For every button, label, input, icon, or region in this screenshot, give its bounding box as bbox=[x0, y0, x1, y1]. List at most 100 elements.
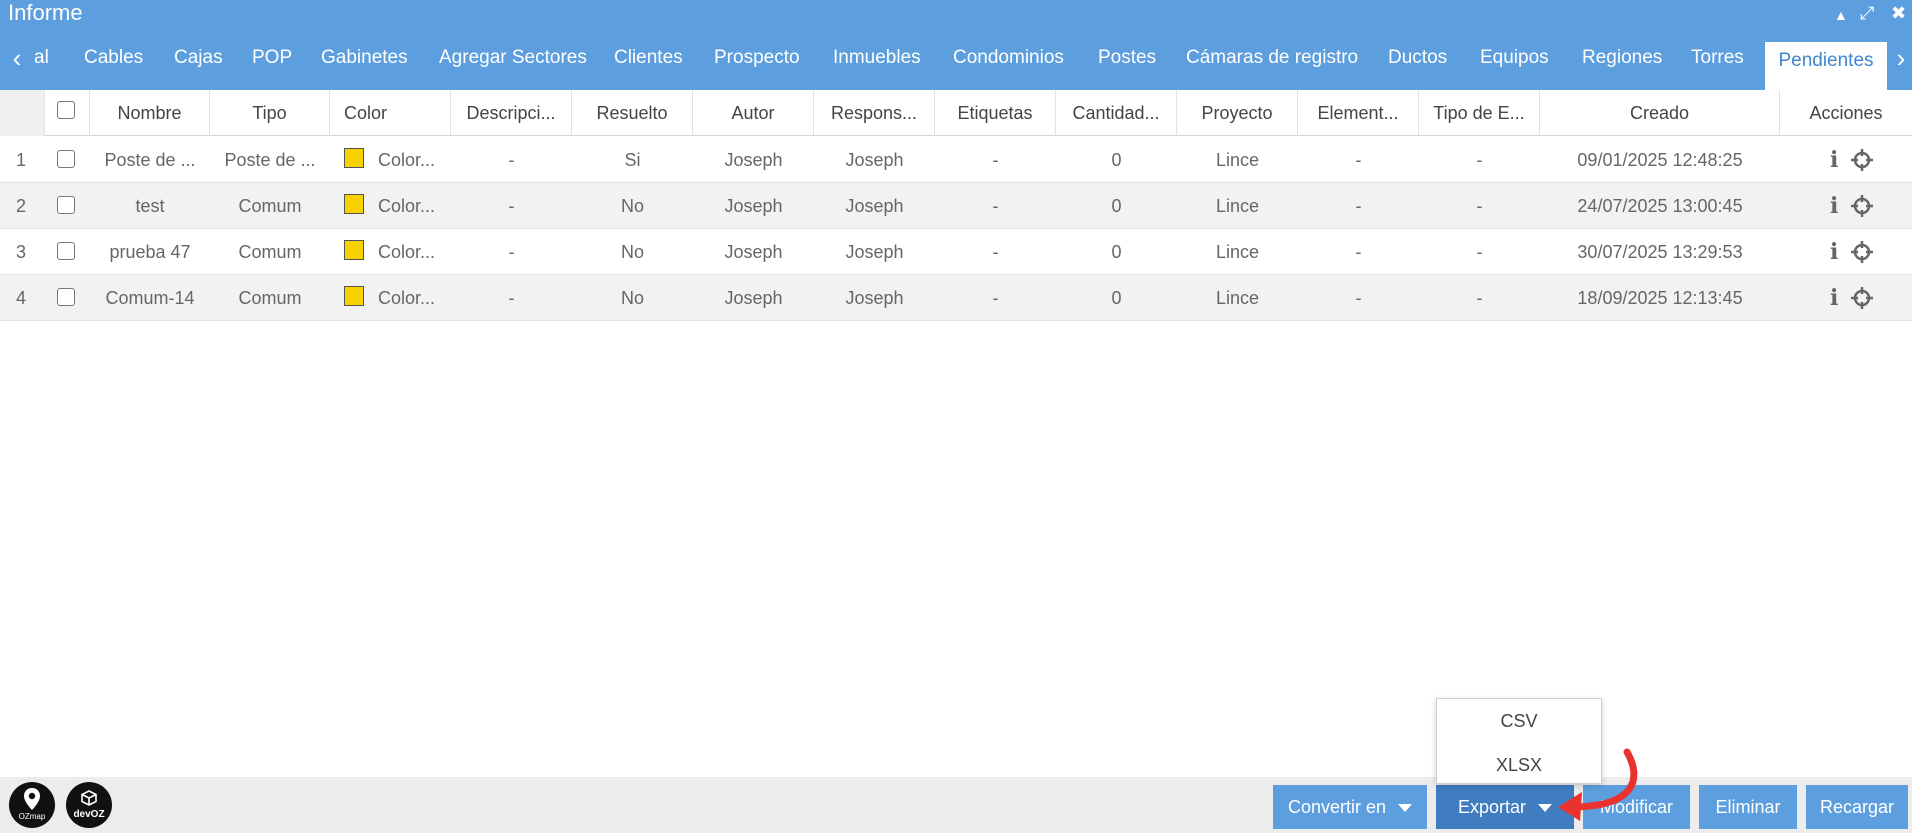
tab-condominios[interactable]: Condominios bbox=[953, 26, 1064, 90]
tab-cajas[interactable]: Cajas bbox=[174, 26, 223, 90]
close-icon[interactable]: ✖ bbox=[1891, 2, 1906, 24]
info-icon[interactable]: i bbox=[1830, 147, 1838, 173]
header-tipo-elemento[interactable]: Tipo de E... bbox=[1419, 90, 1540, 136]
tab-agregar-sectores[interactable]: Agregar Sectores bbox=[439, 26, 587, 90]
cell-responsable: Joseph bbox=[845, 150, 904, 170]
tab-gabinetes[interactable]: Gabinetes bbox=[321, 26, 408, 90]
cell-nombre: Comum-14 bbox=[105, 288, 195, 308]
cell-responsable: Joseph bbox=[845, 288, 904, 308]
row-number: 1 bbox=[16, 150, 27, 170]
table-row[interactable]: 2 test Comum Color... - No Joseph Joseph… bbox=[0, 183, 1912, 229]
export-csv-option[interactable]: CSV bbox=[1437, 701, 1601, 741]
cell-tipo-elemento: - bbox=[1476, 196, 1483, 216]
header-resuelto[interactable]: Resuelto bbox=[572, 90, 693, 136]
cell-tipo-elemento: - bbox=[1476, 288, 1483, 308]
tab-general[interactable]: al bbox=[34, 26, 49, 90]
tab-pop[interactable]: POP bbox=[252, 26, 292, 90]
devoz-logo-text: devOZ bbox=[73, 809, 105, 820]
convert-to-button[interactable]: Convertir en bbox=[1273, 785, 1427, 829]
tab-inmuebles[interactable]: Inmuebles bbox=[833, 26, 921, 90]
tab-camaras-de-registro[interactable]: Cámaras de registro bbox=[1186, 26, 1358, 90]
cell-nombre: test bbox=[135, 196, 165, 216]
row-number: 2 bbox=[16, 196, 27, 216]
cell-tipo: Comum bbox=[238, 288, 302, 308]
cell-proyecto: Lince bbox=[1215, 196, 1260, 216]
locate-icon[interactable] bbox=[1850, 194, 1874, 218]
cell-tipo: Comum bbox=[238, 196, 302, 216]
tab-prospecto[interactable]: Prospecto bbox=[714, 26, 800, 90]
annotation-arrow-icon bbox=[1558, 748, 1638, 821]
cell-creado: 18/09/2025 12:13:45 bbox=[1577, 288, 1743, 308]
cell-elemento: - bbox=[1355, 196, 1362, 216]
cube-icon bbox=[81, 790, 97, 806]
header-descripcion[interactable]: Descripci... bbox=[451, 90, 572, 136]
cell-descripcion: - bbox=[508, 150, 515, 170]
info-icon[interactable]: i bbox=[1830, 193, 1838, 219]
info-icon[interactable]: i bbox=[1830, 285, 1838, 311]
tab-cables[interactable]: Cables bbox=[84, 26, 143, 90]
cell-autor: Joseph bbox=[724, 288, 783, 308]
row-checkbox[interactable] bbox=[57, 150, 75, 168]
reload-button[interactable]: Recargar bbox=[1806, 785, 1908, 829]
devoz-logo: devOZ bbox=[66, 782, 112, 828]
cell-cantidad: 0 bbox=[1111, 242, 1122, 262]
color-swatch bbox=[344, 286, 364, 306]
cell-resuelto: No bbox=[620, 242, 644, 262]
tab-equipos[interactable]: Equipos bbox=[1480, 26, 1549, 90]
header-acciones: Acciones bbox=[1809, 103, 1883, 123]
delete-button[interactable]: Eliminar bbox=[1699, 785, 1797, 829]
tab-pendientes[interactable]: Pendientes bbox=[1765, 42, 1887, 90]
header-nombre[interactable]: Nombre bbox=[90, 90, 210, 136]
cell-autor: Joseph bbox=[724, 150, 783, 170]
table-row[interactable]: 4 Comum-14 Comum Color... - No Joseph Jo… bbox=[0, 275, 1912, 321]
cell-cantidad: 0 bbox=[1111, 288, 1122, 308]
tab-clientes[interactable]: Clientes bbox=[614, 26, 683, 90]
tab-postes[interactable]: Postes bbox=[1098, 26, 1156, 90]
tab-ductos[interactable]: Ductos bbox=[1388, 26, 1447, 90]
row-checkbox[interactable] bbox=[57, 196, 75, 214]
row-checkbox[interactable] bbox=[57, 242, 75, 260]
cell-etiquetas: - bbox=[992, 288, 999, 308]
header-responsable[interactable]: Respons... bbox=[814, 90, 935, 136]
cell-elemento: - bbox=[1355, 150, 1362, 170]
cell-responsable: Joseph bbox=[845, 196, 904, 216]
header-etiquetas[interactable]: Etiquetas bbox=[935, 90, 1056, 136]
cell-color: Color... bbox=[378, 288, 436, 308]
tabs-next-icon[interactable]: › bbox=[1888, 26, 1912, 90]
collapse-icon[interactable]: ▲ bbox=[1834, 4, 1848, 26]
header-autor[interactable]: Autor bbox=[693, 90, 814, 136]
select-all-checkbox[interactable] bbox=[57, 101, 75, 119]
cell-responsable: Joseph bbox=[845, 242, 904, 262]
tab-regiones[interactable]: Regiones bbox=[1582, 26, 1662, 90]
table-row[interactable]: 3 prueba 47 Comum Color... - No Joseph J… bbox=[0, 229, 1912, 275]
header-elemento[interactable]: Element... bbox=[1298, 90, 1419, 136]
locate-icon[interactable] bbox=[1850, 148, 1874, 172]
cell-autor: Joseph bbox=[724, 196, 783, 216]
tabs-prev-icon[interactable]: ‹ bbox=[4, 26, 30, 90]
header-color[interactable]: Color bbox=[330, 90, 451, 136]
table-row[interactable]: 1 Poste de ... Poste de ... Color... - S… bbox=[0, 137, 1912, 183]
convert-to-label: Convertir en bbox=[1287, 797, 1387, 817]
header-cantidad[interactable]: Cantidad... bbox=[1056, 90, 1177, 136]
maximize-icon[interactable]: ⤢ bbox=[1860, 2, 1874, 24]
header-creado[interactable]: Creado bbox=[1540, 90, 1780, 136]
cell-resuelto: No bbox=[620, 196, 644, 216]
cell-creado: 24/07/2025 13:00:45 bbox=[1577, 196, 1743, 216]
chevron-down-icon bbox=[1398, 804, 1413, 813]
header-proyecto[interactable]: Proyecto bbox=[1177, 90, 1298, 136]
cell-elemento: - bbox=[1355, 288, 1362, 308]
cell-color: Color... bbox=[378, 196, 436, 216]
cell-etiquetas: - bbox=[992, 196, 999, 216]
grid-header: Nombre Tipo Color Descripci... Resuelto … bbox=[0, 90, 1912, 136]
tab-torres[interactable]: Torres bbox=[1691, 26, 1744, 90]
info-icon[interactable]: i bbox=[1830, 239, 1838, 265]
cell-proyecto: Lince bbox=[1215, 288, 1260, 308]
ozmap-logo: OZmap bbox=[9, 782, 55, 828]
row-checkbox[interactable] bbox=[57, 288, 75, 306]
locate-icon[interactable] bbox=[1850, 286, 1874, 310]
cell-descripcion: - bbox=[508, 242, 515, 262]
window-titlebar: Informe ▲ ⤢ ✖ bbox=[0, 0, 1912, 26]
export-label: Exportar bbox=[1457, 797, 1527, 817]
header-tipo[interactable]: Tipo bbox=[210, 90, 330, 136]
locate-icon[interactable] bbox=[1850, 240, 1874, 264]
